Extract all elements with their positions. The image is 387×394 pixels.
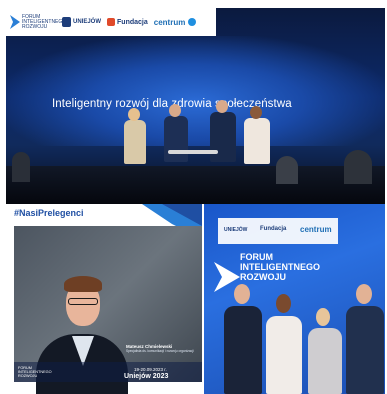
panelist-2 bbox=[164, 116, 188, 162]
group-person-4-head bbox=[356, 284, 372, 304]
forum-title-line2: INTELIGENTNEGO bbox=[240, 262, 321, 272]
uniejow-logo: UNIEJÓW bbox=[62, 17, 101, 27]
panelist-3-head bbox=[216, 100, 228, 113]
panelist-4 bbox=[244, 118, 270, 164]
forum-logo-text: FORUM INTELIGENTNEGO ROZWOJU bbox=[22, 13, 67, 30]
speaker-role: Specjalista ds. komunikacji i rozwoju or… bbox=[126, 349, 194, 353]
forum-title-line3: ROZWOJU bbox=[240, 272, 286, 282]
speaker-portrait: Mateusz Chmielewski Specjalista ds. komu… bbox=[14, 226, 202, 394]
group-logo-bar: UNIEJÓW Fundacja centrum bbox=[218, 218, 338, 244]
group-person-4 bbox=[346, 306, 384, 394]
audience-silhouette-left bbox=[12, 152, 30, 182]
speaker-card-footer: FORUM INTELIGENTNEGO ROZWOJU 19-20.09.20… bbox=[14, 362, 202, 382]
forum-title: FORUM INTELIGENTNEGO ROZWOJU bbox=[240, 252, 320, 282]
centrum-label: centrum bbox=[153, 17, 186, 27]
panelist-2-head bbox=[169, 104, 181, 117]
sponsor-logo-bar: FORUM INTELIGENTNEGO ROZWOJU UNIEJÓW Fun… bbox=[6, 8, 216, 36]
group-person-2-head bbox=[276, 294, 291, 313]
fundacja-logo: Fundacja bbox=[107, 18, 148, 26]
forum-star-icon bbox=[10, 15, 20, 29]
fundacja-label: Fundacja bbox=[117, 18, 148, 26]
audience-silhouette-center bbox=[276, 156, 298, 184]
glasses-icon bbox=[68, 298, 98, 305]
centrum-dot-icon bbox=[188, 18, 197, 26]
stage-screen-glow bbox=[6, 36, 385, 146]
forum-title-line1: FORUM bbox=[240, 252, 273, 262]
stage-front-audience bbox=[6, 150, 385, 204]
group-person-1 bbox=[224, 306, 262, 394]
speaker-caption: Mateusz Chmielewski Specjalista ds. komu… bbox=[126, 344, 196, 353]
group-centrum-label: centrum bbox=[300, 225, 332, 234]
group-fundacja-label: Fundacja bbox=[260, 226, 287, 232]
group-person-1-head bbox=[234, 284, 250, 304]
group-person-3 bbox=[308, 328, 342, 394]
footer-forum-logo: FORUM INTELIGENTNEGO ROZWOJU bbox=[18, 366, 52, 378]
uniejow-crest-icon bbox=[62, 17, 71, 27]
speaker-card: #NasiPrelegenci Mateusz Chmielewski Spec… bbox=[6, 204, 202, 394]
panel-discussion-photo: FORUM INTELIGENTNEGO ROZWOJU UNIEJÓW Fun… bbox=[6, 8, 385, 204]
group-photo: UNIEJÓW Fundacja centrum FORUM INTELIGEN… bbox=[204, 204, 385, 394]
group-person-3-head bbox=[316, 308, 330, 326]
event-city: Uniejów 2023 bbox=[124, 373, 169, 380]
forum-logo: FORUM INTELIGENTNEGO ROZWOJU bbox=[10, 13, 67, 30]
group-uniejow-label: UNIEJÓW bbox=[224, 227, 248, 233]
audience-silhouette-right bbox=[344, 150, 372, 184]
panel-table bbox=[168, 150, 218, 154]
panelist-3 bbox=[210, 112, 236, 162]
panelist-1-head bbox=[128, 108, 140, 121]
hashtag-label: #NasiPrelegenci bbox=[14, 208, 84, 218]
group-person-2 bbox=[266, 316, 302, 394]
centrum-logo: centrum bbox=[154, 18, 197, 27]
event-dates: 19-20.09.2023 r. bbox=[134, 367, 167, 372]
uniejow-label: UNIEJÓW bbox=[73, 18, 102, 25]
panelist-4-head bbox=[250, 106, 262, 119]
fundacja-mark-icon bbox=[107, 18, 116, 26]
panelist-1 bbox=[124, 120, 146, 164]
speaker-hair bbox=[64, 276, 102, 292]
